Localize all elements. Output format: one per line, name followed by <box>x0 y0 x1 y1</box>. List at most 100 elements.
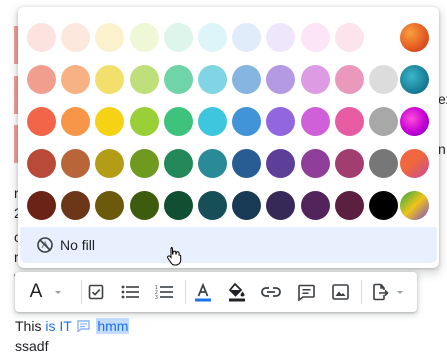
color-swatch[interactable] <box>198 23 227 52</box>
color-swatch[interactable] <box>198 65 227 94</box>
highlighted-text[interactable]: hmm <box>96 318 130 334</box>
export-dropdown[interactable] <box>367 272 411 312</box>
doc-text: ssadf <box>15 338 49 354</box>
color-swatch[interactable] <box>95 191 125 220</box>
color-swatch[interactable] <box>232 191 262 220</box>
fill-color-button[interactable] <box>225 272 249 312</box>
color-swatch[interactable] <box>163 23 193 52</box>
doc-text: This <box>15 318 42 334</box>
color-swatch[interactable] <box>61 191 91 220</box>
color-swatch[interactable] <box>266 191 296 220</box>
color-swatch[interactable] <box>163 149 193 178</box>
chevron-down-icon <box>397 291 403 294</box>
comment-icon[interactable] <box>77 320 91 333</box>
color-swatch[interactable] <box>61 107 91 136</box>
color-swatch[interactable] <box>232 65 262 94</box>
custom-color-swatch[interactable] <box>400 149 429 178</box>
color-swatch[interactable] <box>129 191 159 220</box>
color-swatch[interactable] <box>300 149 330 178</box>
no-fill-label: No fill <box>60 237 96 253</box>
color-swatch[interactable] <box>163 65 193 94</box>
text-style-dropdown[interactable]: A <box>21 272 73 312</box>
toolbar-divider <box>361 280 362 304</box>
color-swatch[interactable] <box>266 65 296 94</box>
color-swatch[interactable] <box>163 107 193 136</box>
color-swatch[interactable] <box>266 149 296 178</box>
bulleted-list-icon <box>121 285 139 299</box>
color-swatch[interactable] <box>300 191 330 220</box>
text-color-icon <box>195 282 211 302</box>
color-swatch[interactable] <box>95 149 125 178</box>
numbered-list-icon: 123 <box>155 285 173 300</box>
toolbar-divider <box>185 280 186 304</box>
color-swatch[interactable] <box>129 107 159 136</box>
color-swatch[interactable] <box>61 23 91 52</box>
link-icon <box>261 287 281 297</box>
custom-color-swatch[interactable] <box>400 191 429 220</box>
insert-image-button[interactable] <box>329 272 351 312</box>
color-swatch[interactable] <box>27 149 56 178</box>
color-swatch[interactable] <box>198 107 227 136</box>
background-color-picker: No fill <box>18 7 439 268</box>
insert-link-button[interactable] <box>259 272 283 312</box>
color-swatch[interactable] <box>27 191 56 220</box>
no-fill-button[interactable]: No fill <box>20 227 437 263</box>
color-swatch[interactable] <box>129 149 159 178</box>
add-comment-button[interactable] <box>295 272 317 312</box>
color-swatch[interactable] <box>369 65 398 94</box>
color-swatch[interactable] <box>27 23 56 52</box>
chevron-down-icon <box>55 291 62 294</box>
document-line[interactable]: This is IT hmm <box>15 316 130 336</box>
color-swatch[interactable] <box>334 23 364 52</box>
toolbar-divider <box>81 280 82 304</box>
color-swatch[interactable] <box>369 191 398 220</box>
bulleted-list-button[interactable] <box>119 272 141 312</box>
color-swatch[interactable] <box>198 149 227 178</box>
no-fill-icon <box>37 237 53 253</box>
color-swatch[interactable] <box>300 23 330 52</box>
color-swatch[interactable] <box>300 107 330 136</box>
color-swatch[interactable] <box>266 23 296 52</box>
numbered-list-button[interactable]: 123 <box>153 272 175 312</box>
doc-text-fragment: ex <box>438 91 447 107</box>
export-icon <box>373 283 389 301</box>
text-color-button[interactable] <box>191 272 215 312</box>
checklist-button[interactable] <box>85 272 107 312</box>
color-swatch[interactable] <box>95 23 125 52</box>
color-swatch[interactable] <box>61 149 91 178</box>
color-swatch[interactable] <box>334 107 364 136</box>
color-swatch[interactable] <box>27 107 56 136</box>
formatting-toolbar: A 123 <box>15 272 417 312</box>
doc-link[interactable]: is IT <box>45 318 71 334</box>
color-swatch[interactable] <box>95 107 125 136</box>
color-swatch[interactable] <box>61 65 91 94</box>
custom-color-swatch[interactable] <box>400 65 429 94</box>
color-swatch[interactable] <box>334 65 364 94</box>
color-swatch[interactable] <box>129 23 159 52</box>
color-swatch[interactable] <box>163 191 193 220</box>
color-swatch[interactable] <box>369 107 398 136</box>
color-swatch[interactable] <box>129 65 159 94</box>
text-style-icon: A <box>29 281 43 302</box>
comment-icon <box>297 284 315 301</box>
hand-cursor-icon <box>167 247 182 266</box>
color-swatch[interactable] <box>334 191 364 220</box>
color-swatch[interactable] <box>232 107 262 136</box>
fill-color-icon <box>228 282 245 302</box>
image-icon <box>331 284 349 300</box>
checklist-icon <box>88 284 104 300</box>
color-swatch[interactable] <box>232 149 262 178</box>
color-swatch[interactable] <box>95 65 125 94</box>
color-swatch[interactable] <box>334 149 364 178</box>
custom-color-swatch[interactable] <box>400 107 429 136</box>
document-line[interactable]: ssadf <box>15 338 48 354</box>
color-swatch[interactable] <box>300 65 330 94</box>
svg-text:3: 3 <box>155 295 158 300</box>
color-swatch[interactable] <box>232 23 262 52</box>
color-swatch[interactable] <box>369 149 398 178</box>
color-swatch[interactable] <box>266 107 296 136</box>
doc-text-fragment: n <box>438 141 446 157</box>
custom-color-swatch[interactable] <box>400 23 429 52</box>
color-swatch[interactable] <box>198 191 227 220</box>
color-swatch[interactable] <box>27 65 56 94</box>
